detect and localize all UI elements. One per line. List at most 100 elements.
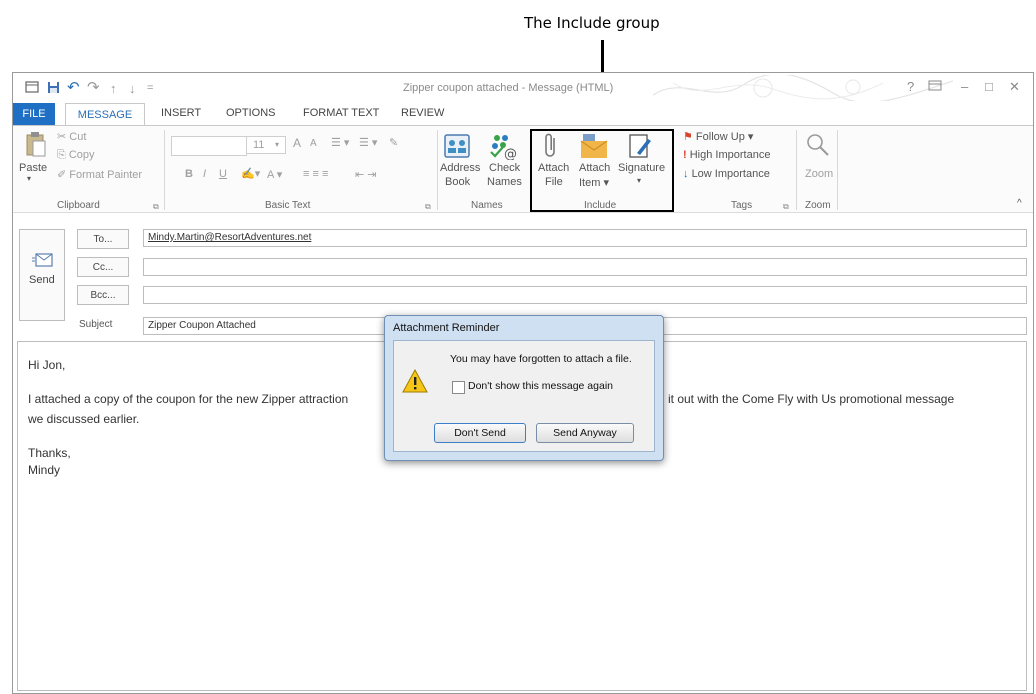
cc-button[interactable]: Cc... xyxy=(77,257,129,277)
magnifier-icon[interactable] xyxy=(805,132,831,163)
tab-file[interactable]: FILE xyxy=(13,103,55,125)
attach-item-label-2[interactable]: Item ▾ xyxy=(579,176,609,189)
clipboard-launcher-icon[interactable]: ⧉ xyxy=(153,202,159,212)
include-group-callout: The Include group xyxy=(524,14,660,32)
flag-icon: ⚑ xyxy=(683,131,696,143)
low-importance-button[interactable]: ↓ Low Importance xyxy=(683,168,770,180)
copy-button[interactable]: ⎘ Copy xyxy=(57,149,95,162)
attach-file-label-1[interactable]: Attach xyxy=(538,162,569,174)
paperclip-icon[interactable] xyxy=(541,132,561,165)
bcc-field[interactable] xyxy=(143,286,1027,304)
font-name-select[interactable] xyxy=(171,136,247,156)
basic-text-group-label: Basic Text xyxy=(265,200,311,211)
names-group-label: Names xyxy=(471,200,503,211)
customize-toolbar-icon[interactable]: = xyxy=(147,82,153,94)
body-signoff: Thanks, xyxy=(28,446,71,460)
bullets-icon[interactable]: ☰ ▾ xyxy=(331,136,349,149)
subject-label: Subject xyxy=(79,319,113,330)
close-icon[interactable]: ✕ xyxy=(1009,79,1020,95)
tab-format-text[interactable]: FORMAT TEXT xyxy=(303,107,379,119)
italic-button[interactable]: I xyxy=(203,168,206,180)
ribbon-separator xyxy=(437,130,438,210)
check-names-icon[interactable]: @ xyxy=(487,132,517,165)
minimize-icon[interactable]: – xyxy=(961,79,968,94)
body-para1-right: it out with the Come Fly with Us promoti… xyxy=(668,392,955,406)
tab-message[interactable]: MESSAGE xyxy=(65,103,145,125)
next-item-icon[interactable]: ↓ xyxy=(129,81,136,96)
attachment-reminder-dialog: Attachment Reminder You may have forgott… xyxy=(384,315,664,461)
address-book-icon[interactable] xyxy=(443,132,471,165)
body-greeting: Hi Jon, xyxy=(28,358,66,372)
paste-button[interactable]: Paste xyxy=(19,162,47,174)
ribbon-tabs: FILE MESSAGE INSERT OPTIONS FORMAT TEXT … xyxy=(13,103,1033,125)
signature-icon[interactable] xyxy=(627,132,653,165)
address-book-label-2[interactable]: Book xyxy=(445,176,470,188)
send-anyway-button[interactable]: Send Anyway xyxy=(536,423,634,443)
dont-send-button[interactable]: Don't Send xyxy=(434,423,526,443)
tags-group-label: Tags xyxy=(731,200,753,211)
ribbon-separator xyxy=(796,130,797,210)
signature-label-1[interactable]: Signature xyxy=(618,162,665,174)
numbering-icon[interactable]: ☰ ▾ xyxy=(359,136,377,149)
cut-button[interactable]: ✂ Cut xyxy=(57,130,86,143)
ribbon-separator xyxy=(164,130,165,210)
follow-up-button[interactable]: ⚑ Follow Up ▾ xyxy=(683,130,753,143)
tab-options[interactable]: OPTIONS xyxy=(226,107,276,119)
to-button[interactable]: To... xyxy=(77,229,129,249)
dont-show-label[interactable]: Don't show this message again xyxy=(468,380,613,392)
paste-icon[interactable] xyxy=(25,132,47,163)
send-label: Send xyxy=(29,274,55,286)
dont-show-checkbox[interactable] xyxy=(452,381,465,394)
ribbon-display-options-icon[interactable] xyxy=(928,79,942,94)
body-para2: we discussed earlier. xyxy=(28,412,140,426)
align-icons[interactable]: ≡ ≡ ≡ xyxy=(303,168,328,180)
collapse-ribbon-icon[interactable]: ^ xyxy=(1017,198,1022,209)
save-icon[interactable] xyxy=(47,81,60,97)
basic-text-launcher-icon[interactable]: ⧉ xyxy=(425,202,431,212)
format-painter-button[interactable]: ✐ Format Painter xyxy=(57,168,142,181)
attach-file-label-2[interactable]: File xyxy=(545,176,563,188)
ribbon: Paste ▾ ✂ Cut ⎘ Copy ✐ Format Painter Cl… xyxy=(13,125,1033,213)
undo-icon[interactable]: ↶ xyxy=(67,78,80,96)
outlook-app-icon xyxy=(25,81,39,96)
send-envelope-icon xyxy=(32,252,54,273)
attach-item-label-1[interactable]: Attach xyxy=(579,162,610,174)
tab-insert[interactable]: INSERT xyxy=(161,107,201,119)
ribbon-separator xyxy=(837,130,838,210)
highlight-icon[interactable]: ✍▾ xyxy=(241,167,260,180)
clipboard-group-label: Clipboard xyxy=(57,200,100,211)
bold-button[interactable]: B xyxy=(185,168,193,180)
indent-icons[interactable]: ⇤ ⇥ xyxy=(355,168,377,181)
shrink-font-button[interactable]: A xyxy=(310,138,317,149)
dialog-panel: You may have forgotten to attach a file.… xyxy=(393,340,655,452)
redo-icon[interactable]: ↷ xyxy=(87,78,100,96)
send-button[interactable]: Send xyxy=(19,229,65,321)
attach-item-envelope-icon[interactable] xyxy=(579,132,609,165)
previous-item-icon[interactable]: ↑ xyxy=(110,81,117,96)
chevron-down-icon: ▾ xyxy=(275,140,280,149)
bcc-button[interactable]: Bcc... xyxy=(77,285,129,305)
zoom-button[interactable]: Zoom xyxy=(805,168,833,180)
grow-font-button[interactable]: A xyxy=(293,136,301,150)
address-book-label-1[interactable]: Address xyxy=(440,162,480,174)
font-color-button[interactable]: A ▾ xyxy=(267,168,282,181)
to-field[interactable]: Mindy.Martin@ResortAdventures.net xyxy=(143,229,1027,247)
window-title: Zipper coupon attached - Message (HTML) xyxy=(403,82,614,94)
font-size-select[interactable]: 11 ▾ xyxy=(246,136,286,154)
high-importance-button[interactable]: ! High Importance xyxy=(683,149,770,161)
warning-icon xyxy=(402,368,428,398)
to-recipient[interactable]: Mindy.Martin@ResortAdventures.net xyxy=(148,232,311,243)
signature-dropdown-icon[interactable]: ▾ xyxy=(637,176,641,185)
tags-launcher-icon[interactable]: ⧉ xyxy=(783,202,789,212)
tab-review[interactable]: REVIEW xyxy=(401,107,444,119)
check-names-label-2[interactable]: Names xyxy=(487,176,522,188)
restore-icon[interactable]: □ xyxy=(985,79,993,94)
paste-dropdown-icon[interactable]: ▾ xyxy=(27,174,31,183)
underline-button[interactable]: U xyxy=(219,168,227,180)
cc-field[interactable] xyxy=(143,258,1027,276)
dialog-title: Attachment Reminder xyxy=(393,322,500,334)
check-names-label-1[interactable]: Check xyxy=(489,162,520,174)
copy-icon: ⎘ xyxy=(57,149,69,161)
clear-formatting-icon[interactable]: ✎ xyxy=(389,136,398,149)
help-icon[interactable]: ? xyxy=(907,79,914,94)
